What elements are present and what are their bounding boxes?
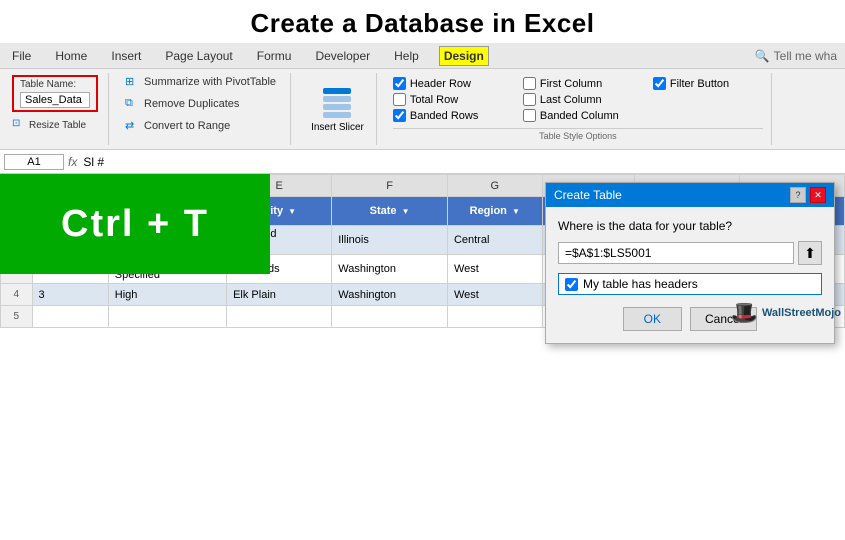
formula-bar: fx Sl # (0, 150, 845, 174)
cell-empty-3 (227, 306, 332, 328)
cell-city-3: Elk Plain (227, 284, 332, 306)
ctrl-t-overlay: Ctrl + T (0, 174, 270, 274)
convert-icon (125, 119, 139, 133)
dialog-headers-checkbox[interactable] (565, 278, 578, 291)
cell-order-3: High (108, 284, 226, 306)
resize-table-label: Resize Table (29, 120, 86, 131)
dialog-titlebar: Create Table ? ✕ (546, 183, 834, 207)
dialog-ok-btn[interactable]: OK (623, 307, 682, 331)
banded-column-checkbox[interactable]: Banded Column (523, 109, 633, 122)
ribbon: Table Name: Sales_Data Resize Table Summ… (0, 69, 845, 150)
table-name-label: Table Name: (20, 79, 90, 90)
col-header-f: F (332, 175, 448, 197)
cell-sl-3: 3 (32, 284, 108, 306)
dialog-help-btn[interactable]: ? (790, 187, 806, 203)
duplicate-icon (125, 97, 139, 111)
formula-content: Sl # (83, 155, 104, 169)
fx-label: fx (68, 155, 77, 169)
total-row-checkbox[interactable]: Total Row (393, 93, 503, 106)
table-name-value[interactable]: Sales_Data (20, 92, 90, 108)
tbl-header-region: Region ▼ (447, 197, 542, 226)
table-style-options: Header Row First Column Filter Button To… (385, 73, 772, 145)
menu-design[interactable]: Design (439, 46, 489, 66)
tbl-header-state: State ▼ (332, 197, 448, 226)
row-num-4: 5 (1, 306, 33, 328)
ctrl-t-text: Ctrl + T (61, 203, 209, 246)
remove-duplicates-btn[interactable]: Remove Duplicates (121, 95, 243, 113)
header-row-checkbox[interactable]: Header Row (393, 77, 503, 90)
brand-name: WallStreetMojo (762, 307, 841, 319)
summarize-btn[interactable]: Summarize with PivotTable (121, 73, 280, 91)
menu-page-layout[interactable]: Page Layout (161, 47, 236, 65)
brand-icon: 🎩 (731, 300, 758, 326)
menu-help[interactable]: Help (390, 47, 423, 65)
search-box[interactable]: 🔍 Tell me wha (755, 49, 837, 63)
table-name-box: Table Name: Sales_Data (12, 75, 98, 112)
cell-state-1: Illinois (332, 226, 448, 255)
branding: 🎩 WallStreetMojo (731, 300, 841, 326)
resize-table-btn[interactable]: Resize Table (12, 118, 86, 132)
last-column-checkbox[interactable]: Last Column (523, 93, 633, 106)
dialog-question: Where is the data for your table? (558, 219, 822, 233)
slicer-group[interactable]: Insert Slicer (299, 73, 377, 145)
menu-formula[interactable]: Formu (253, 47, 296, 65)
cell-empty-5 (447, 306, 542, 328)
cell-region-2: West (447, 255, 542, 284)
pivot-icon (125, 75, 139, 89)
menu-bar: File Home Insert Page Layout Formu Devel… (0, 43, 845, 69)
dialog-headers-label: My table has headers (583, 277, 698, 291)
menu-home[interactable]: Home (51, 47, 91, 65)
menu-insert[interactable]: Insert (107, 47, 145, 65)
dialog-range-select-btn[interactable]: ⬆ (798, 241, 822, 265)
banded-rows-checkbox[interactable]: Banded Rows (393, 109, 503, 122)
cell-state-2: Washington (332, 255, 448, 284)
ribbon-group-properties: Table Name: Sales_Data Resize Table (8, 73, 109, 145)
search-placeholder: Tell me wha (774, 49, 837, 63)
resize-icon (12, 118, 26, 132)
col-header-g: G (447, 175, 542, 197)
summarize-label: Summarize with PivotTable (144, 76, 276, 88)
search-icon: 🔍 (755, 49, 770, 63)
spreadsheet-area: Ctrl + T A D E F G (0, 174, 845, 328)
cell-state-3: Washington (332, 284, 448, 306)
dialog-title: Create Table (554, 188, 622, 202)
cell-region-3: West (447, 284, 542, 306)
convert-to-range-btn[interactable]: Convert to Range (121, 117, 234, 135)
slicer-label: Insert Slicer (311, 122, 364, 133)
filter-button-checkbox[interactable]: Filter Button (653, 77, 763, 90)
page-title: Create a Database in Excel (0, 0, 845, 43)
cell-reference[interactable] (4, 154, 64, 170)
row-num-3: 4 (1, 284, 33, 306)
slicer-icon (319, 86, 355, 122)
menu-developer[interactable]: Developer (311, 47, 374, 65)
dialog-close-btn[interactable]: ✕ (810, 187, 826, 203)
first-column-checkbox[interactable]: First Column (523, 77, 633, 90)
convert-to-range-label: Convert to Range (144, 120, 230, 132)
menu-file[interactable]: File (8, 47, 35, 65)
cell-region-1: Central (447, 226, 542, 255)
cell-empty-4 (332, 306, 448, 328)
table-style-options-label: Table Style Options (393, 128, 763, 141)
cell-empty-2 (108, 306, 226, 328)
ribbon-group-tools: Summarize with PivotTable Remove Duplica… (117, 73, 291, 145)
remove-duplicates-label: Remove Duplicates (144, 98, 239, 110)
dialog-range-input[interactable] (558, 242, 794, 264)
dialog-headers-checkbox-row: My table has headers (558, 273, 822, 295)
cell-empty-1 (32, 306, 108, 328)
